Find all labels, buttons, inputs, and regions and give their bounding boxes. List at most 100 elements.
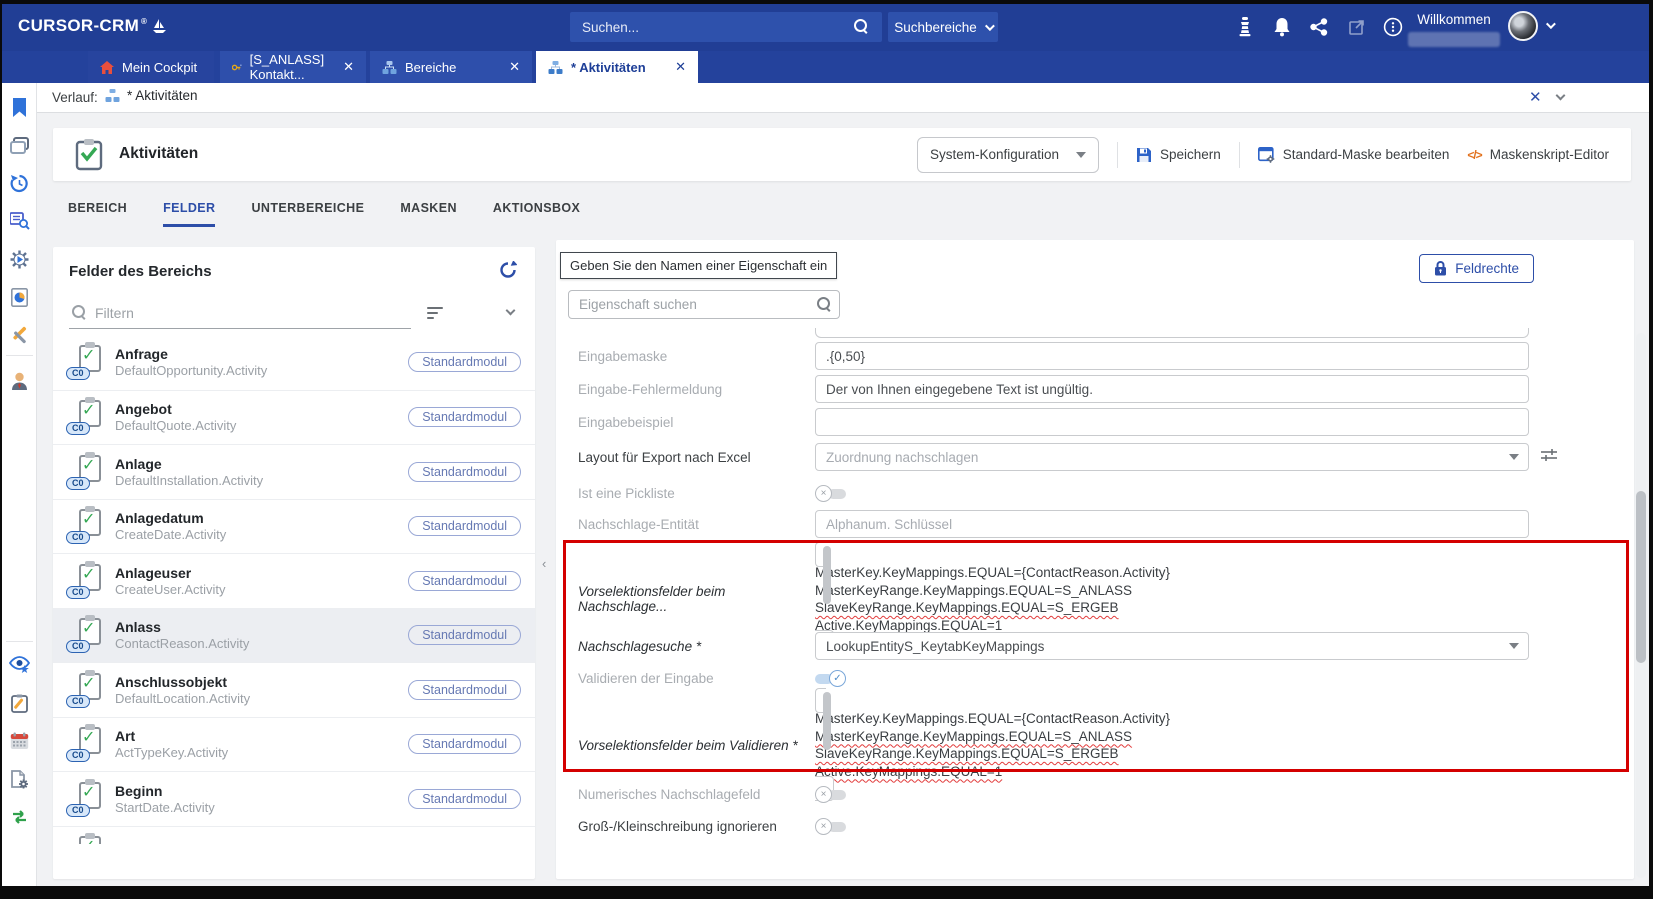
- tab-unterbereiche[interactable]: UNTERBEREICHE: [251, 201, 364, 227]
- welcome-label: Willkommen: [1406, 12, 1502, 27]
- lighthouse-icon[interactable]: [1234, 16, 1256, 38]
- refresh-icon[interactable]: [499, 261, 517, 279]
- sort-icon[interactable]: [427, 307, 445, 322]
- tab-bereich[interactable]: BEREICH: [68, 201, 127, 227]
- process-gear-icon[interactable]: [2, 244, 37, 274]
- caret-down-icon[interactable]: [1509, 454, 1519, 460]
- list-item-anfrage[interactable]: ✓C0 AnfrageDefaultOpportunity.Activity S…: [53, 335, 535, 390]
- form-scrollbar-thumb[interactable]: [1636, 491, 1646, 663]
- tab-felder[interactable]: FELDER: [163, 201, 215, 227]
- activity-clipboard-icon: ✓C0: [69, 344, 103, 380]
- tab-s-anlass-kontakt[interactable]: [S_ANLASS] Kontakt... ✕: [220, 51, 366, 83]
- sync-arrows-icon[interactable]: [2, 802, 37, 832]
- list-item-anlagedatum[interactable]: ✓C0 AnlagedatumCreateDate.Activity Stand…: [53, 499, 535, 554]
- document-gear-icon[interactable]: [2, 764, 37, 794]
- list-item-anlage[interactable]: ✓C0 AnlageDefaultInstallation.Activity S…: [53, 444, 535, 499]
- save-button[interactable]: Speichern: [1136, 147, 1221, 163]
- validieren-toggle-on[interactable]: ✓: [815, 670, 1529, 687]
- property-search: [568, 290, 840, 319]
- edit-default-mask-button[interactable]: Standard-Maske bearbeiten: [1258, 147, 1450, 163]
- textarea-scrollbar[interactable]: [823, 546, 831, 614]
- history-icon[interactable]: [2, 168, 37, 198]
- tab-bereiche[interactable]: Bereiche ✕: [370, 51, 532, 83]
- tab-masken[interactable]: MASKEN: [400, 201, 457, 227]
- close-icon[interactable]: ✕: [509, 59, 520, 75]
- chevron-down-icon[interactable]: [1556, 91, 1566, 101]
- eingabebeispiel-input[interactable]: [815, 408, 1529, 436]
- notifications-bell-icon[interactable]: [1271, 16, 1293, 38]
- close-icon[interactable]: ✕: [675, 59, 686, 75]
- field-name: Angebot: [115, 401, 236, 417]
- property-search-input[interactable]: [568, 290, 840, 319]
- standardmodul-badge: Standardmodul: [408, 407, 521, 427]
- tab-label: [S_ANLASS] Kontakt...: [250, 52, 335, 82]
- logo-trademark: ®: [141, 17, 147, 26]
- tools-icon[interactable]: [2, 320, 37, 350]
- textarea-line: MasterKey.KeyMappings.EQUAL={ContactReas…: [815, 564, 1170, 582]
- chevron-down-icon[interactable]: [506, 306, 516, 316]
- search-scope-dropdown[interactable]: Suchbereiche: [888, 12, 998, 42]
- global-search-input[interactable]: [570, 12, 882, 42]
- search-list-icon[interactable]: [2, 206, 37, 236]
- filter-input[interactable]: [95, 301, 405, 325]
- field-rights-label: Feldrechte: [1455, 261, 1519, 276]
- tab-aktionsbox[interactable]: AKTIONSBOX: [493, 201, 580, 227]
- close-icon[interactable]: ✕: [1529, 88, 1542, 106]
- form-row-eingabe-fehlermeldung: Eingabe-Fehlermeldung: [578, 375, 1529, 403]
- profile-chevron-icon[interactable]: [1546, 19, 1556, 29]
- avatar[interactable]: [1508, 11, 1538, 41]
- form-row-nachschlage-entitaet: Nachschlage-Entität: [578, 510, 1529, 538]
- code-icon: </>: [1467, 148, 1481, 162]
- field-path: DefaultQuote.Activity: [115, 418, 236, 433]
- fehlermeldung-input[interactable]: [815, 375, 1529, 403]
- numerisch-toggle-off[interactable]: ×: [815, 786, 1529, 803]
- collapse-panel-chevron-icon[interactable]: ‹: [542, 556, 546, 571]
- eingabemaske-input[interactable]: [815, 342, 1529, 370]
- textarea-line: MasterKeyRange.KeyMappings.EQUAL=S_ANLAS…: [815, 728, 1132, 746]
- config-select[interactable]: System-Konfiguration: [917, 137, 1099, 173]
- sidebar-divider: [6, 355, 33, 356]
- save-label: Speichern: [1160, 147, 1221, 162]
- eye-star-icon[interactable]: [2, 649, 37, 679]
- property-hint-tooltip: Geben Sie den Namen einer Eigenschaft ei…: [560, 252, 837, 279]
- pickliste-toggle-off[interactable]: ×: [815, 485, 1529, 502]
- user-icon[interactable]: [2, 365, 37, 395]
- list-item-partial[interactable]: ✓C0 Beschreibung: [53, 826, 535, 845]
- form-scrollbar-track[interactable]: [1636, 333, 1646, 878]
- list-item-beginn[interactable]: ✓C0 BeginnStartDate.Activity Standardmod…: [53, 771, 535, 826]
- tab-aktivitaeten[interactable]: * Aktivitäten ✕: [536, 51, 698, 83]
- history-current-item[interactable]: * Aktivitäten: [105, 88, 198, 103]
- separator: [1239, 142, 1240, 168]
- clipboard-edit-icon[interactable]: [2, 688, 37, 718]
- tab-mein-cockpit[interactable]: Mein Cockpit: [88, 51, 214, 83]
- vorselektion-validieren-textarea[interactable]: MasterKey.KeyMappings.EQUAL={ContactReas…: [815, 688, 1529, 801]
- gross-klein-toggle-off[interactable]: ×: [815, 818, 1529, 835]
- textarea-scrollbar[interactable]: [823, 692, 831, 760]
- search-icon[interactable]: [854, 19, 868, 38]
- field-path: DefaultLocation.Activity: [115, 691, 250, 706]
- co-badge: C0: [66, 531, 90, 544]
- textarea-line: MasterKeyRange.KeyMappings.EQUAL=S_ANLAS…: [815, 582, 1132, 600]
- windows-stack-icon[interactable]: [2, 130, 37, 160]
- list-item-art[interactable]: ✓C0 ArtActTypeKey.Activity Standardmodul: [53, 717, 535, 772]
- share-icon[interactable]: [1308, 16, 1330, 38]
- list-item-anlageuser[interactable]: ✓C0 AnlageuserCreateUser.Activity Standa…: [53, 553, 535, 608]
- report-pie-icon[interactable]: [2, 282, 37, 312]
- list-item-anschlussobjekt[interactable]: ✓C0 AnschlussobjektDefaultLocation.Activ…: [53, 662, 535, 717]
- frame-edge: [0, 0, 1653, 4]
- co-badge: C0: [66, 640, 90, 653]
- calendar-icon[interactable]: [2, 726, 37, 756]
- sliders-settings-icon[interactable]: [1541, 448, 1557, 462]
- bookmark-icon[interactable]: [2, 92, 37, 122]
- nachschlage-entitaet-input[interactable]: [815, 510, 1529, 538]
- excel-layout-combobox[interactable]: [815, 443, 1529, 471]
- list-item-angebot[interactable]: ✓C0 AngebotDefaultQuote.Activity Standar…: [53, 390, 535, 445]
- close-icon[interactable]: ✕: [343, 59, 354, 75]
- mask-script-editor-button[interactable]: </> Maskenskript-Editor: [1467, 147, 1609, 162]
- nachschlagesuche-combobox[interactable]: [815, 632, 1529, 660]
- more-info-icon[interactable]: [1382, 16, 1404, 38]
- caret-down-icon[interactable]: [1509, 643, 1519, 649]
- external-link-icon[interactable]: [1345, 16, 1367, 38]
- field-rights-button[interactable]: Feldrechte: [1419, 254, 1534, 283]
- list-item-anlass-selected[interactable]: ✓C0 AnlassContactReason.Activity Standar…: [53, 608, 535, 663]
